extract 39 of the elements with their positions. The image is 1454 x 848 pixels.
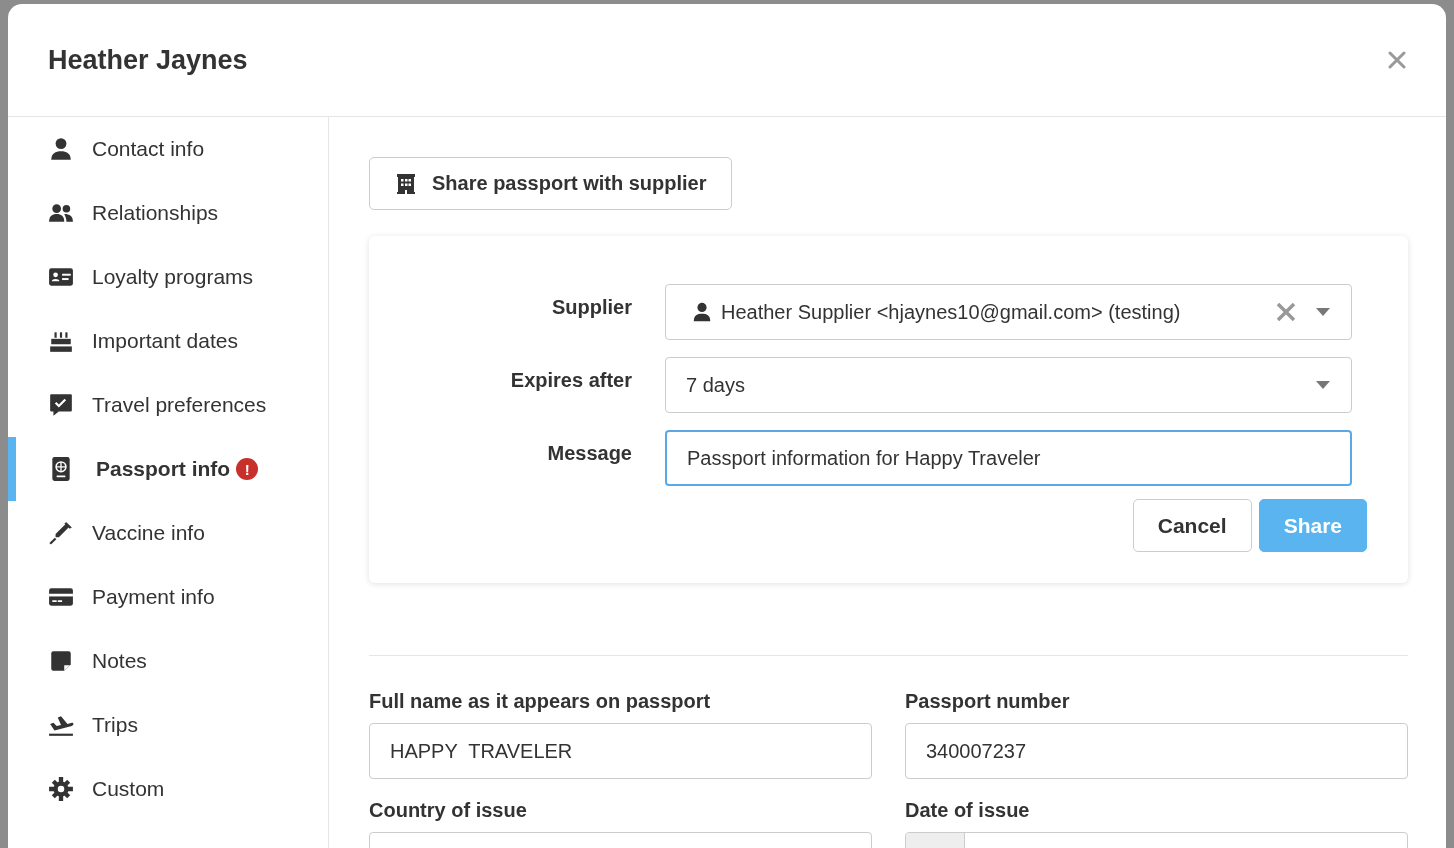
field-label: Supplier [551, 295, 632, 319]
clear-icon[interactable] [1275, 301, 1297, 323]
input-field[interactable]: HAPPY TRAVELER [369, 723, 872, 779]
close-button[interactable] [1388, 51, 1406, 69]
sidebar-item[interactable]: Important dates [8, 309, 328, 373]
supplier-select[interactable]: Heather Supplier <hjaynes10@gmail.com> (testing) [665, 284, 1352, 340]
sidebar-item[interactable]: Relationships [8, 181, 328, 245]
field-label: Full name as it appears on passport [369, 690, 712, 713]
message-input[interactable]: Passport information for Happy Traveler [665, 430, 1352, 486]
note-icon [48, 648, 74, 674]
sidebar-item[interactable]: Loyalty programs [8, 245, 328, 309]
caret-icon [1315, 307, 1331, 317]
field-label: Passport number [905, 690, 1071, 713]
close-icon [1388, 51, 1406, 69]
gear-icon [48, 776, 74, 802]
cancel-button[interactable]: Cancel [1132, 499, 1252, 552]
sidebar-item[interactable]: Vaccine info [8, 501, 328, 565]
building-icon [394, 171, 418, 196]
modal-title: Heather Jaynes [48, 44, 248, 76]
alert-badge: ! [236, 458, 259, 480]
expiry-select[interactable]: 7 days [665, 357, 1352, 413]
input-field[interactable]: 340007237 [905, 723, 1408, 779]
sidebar-item[interactable]: Custom [8, 757, 328, 821]
caret-icon [1315, 380, 1331, 390]
comment-check-icon [48, 392, 74, 418]
person-icon [48, 136, 74, 162]
sidebar-item[interactable]: Passport info ! [8, 437, 328, 501]
field-label: Date of issue [905, 799, 1031, 822]
syringe-icon [48, 520, 74, 546]
sidebar-item[interactable]: Notes [8, 629, 328, 693]
person-icon [691, 301, 713, 323]
sidebar-item[interactable]: Trips [8, 693, 328, 757]
share-passport-button[interactable]: Share passport with supplier [369, 157, 732, 210]
field-label: Expires after [509, 368, 632, 392]
sidebar-item[interactable]: Payment info [8, 565, 328, 629]
sidebar-item[interactable]: Travel preferences [8, 373, 328, 437]
field-label: Message [546, 441, 632, 465]
field-label: Country of issue [369, 799, 528, 822]
sidebar-item[interactable]: Contact info [8, 117, 328, 181]
